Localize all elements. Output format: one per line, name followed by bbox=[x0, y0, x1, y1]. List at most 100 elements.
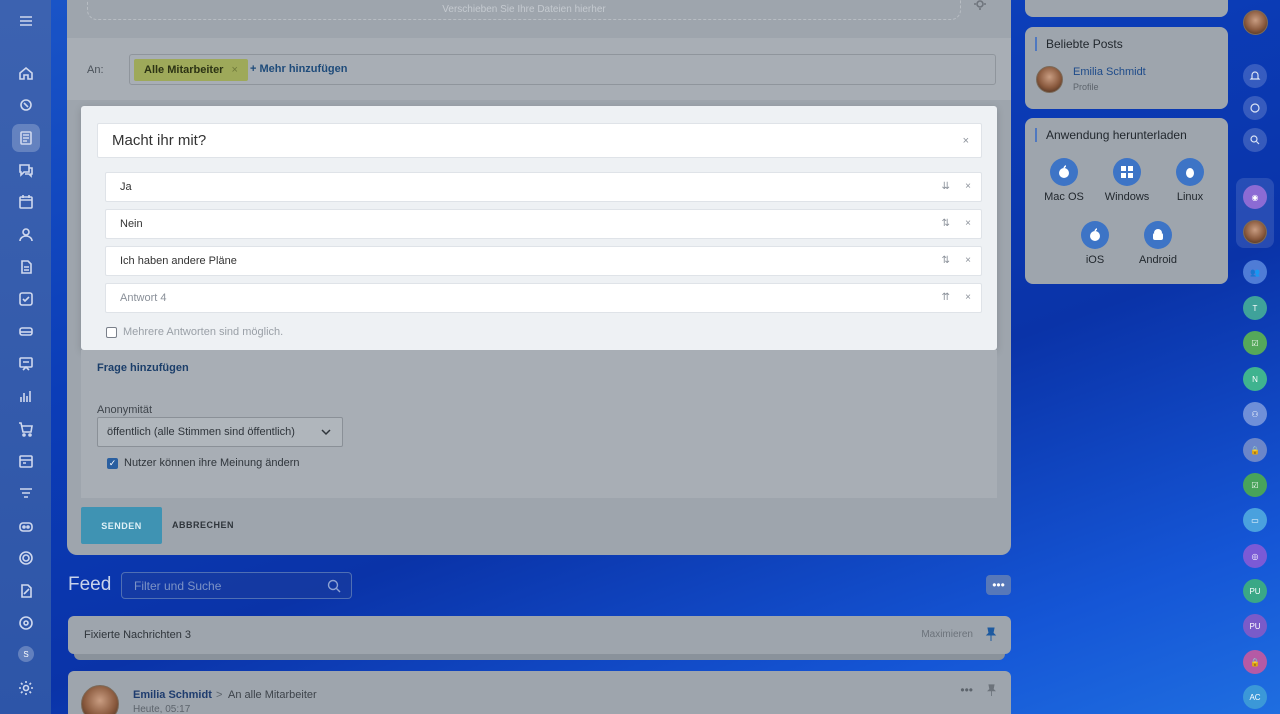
target-icon[interactable]: ◎ bbox=[1243, 544, 1267, 568]
gear-icon[interactable] bbox=[972, 0, 988, 12]
top-widget bbox=[1025, 0, 1228, 17]
post-author-link[interactable]: Emilia Schmidt bbox=[133, 689, 212, 701]
cancel-button[interactable]: ABBRECHEN bbox=[172, 520, 234, 530]
chat-icon[interactable]: ▭ bbox=[1243, 508, 1267, 532]
windows-icon bbox=[1113, 158, 1141, 186]
poll-answer-input[interactable]: Nein ⇅ × bbox=[105, 209, 982, 239]
change-vote-option[interactable]: ✓ Nutzer können ihre Meinung ändern bbox=[107, 457, 300, 469]
maximize-link[interactable]: Maximieren bbox=[921, 629, 973, 640]
anonymity-label: Anonymität bbox=[97, 404, 153, 416]
add-more-link[interactable]: + Mehr hinzufügen bbox=[250, 63, 347, 75]
cart-icon[interactable] bbox=[12, 415, 40, 443]
pinned-stack-shadow bbox=[74, 654, 1005, 660]
home-icon[interactable] bbox=[12, 59, 40, 87]
copilot-icon[interactable] bbox=[1243, 96, 1267, 120]
lock-icon[interactable]: 🔒 bbox=[1243, 438, 1267, 462]
sort-icon[interactable]: ⇅ bbox=[942, 218, 950, 229]
funnel-icon[interactable] bbox=[12, 480, 40, 508]
sort-icon[interactable]: ⇊ bbox=[942, 181, 950, 192]
bot-icon[interactable]: ◉ bbox=[1243, 185, 1267, 209]
chat-badge-n[interactable]: N bbox=[1243, 367, 1267, 391]
avatar[interactable] bbox=[1036, 66, 1063, 93]
send-button[interactable]: SENDEN bbox=[81, 507, 162, 544]
feed-icon[interactable] bbox=[12, 124, 40, 152]
sites-badge[interactable]: S bbox=[18, 646, 34, 662]
popular-author-link[interactable]: Emilia Schmidt bbox=[1073, 66, 1146, 78]
chip-remove-icon[interactable]: × bbox=[231, 64, 237, 76]
calendar-icon[interactable] bbox=[12, 188, 40, 216]
avatar[interactable] bbox=[1243, 220, 1267, 244]
app-ios[interactable]: iOS bbox=[1065, 221, 1125, 266]
copilot-icon[interactable] bbox=[12, 91, 40, 119]
pinned-messages-bar[interactable]: Fixierte Nachrichten 3 Maximieren bbox=[68, 616, 1011, 654]
chat-badge-ac[interactable]: AC bbox=[1243, 685, 1267, 709]
close-icon[interactable]: × bbox=[963, 135, 969, 147]
breadcrumb-separator: > bbox=[216, 689, 223, 701]
team-icon[interactable]: ⚇ bbox=[1243, 402, 1267, 426]
sort-icon[interactable]: ⇅ bbox=[942, 255, 950, 266]
booking-icon[interactable] bbox=[12, 447, 40, 475]
post-menu-button[interactable]: ••• bbox=[960, 683, 973, 697]
search-icon[interactable] bbox=[327, 579, 341, 593]
checkmark-icon[interactable]: ✓ bbox=[107, 457, 118, 469]
feed-more-button[interactable]: ••• bbox=[986, 575, 1011, 595]
post-target: An alle Mitarbeiter bbox=[228, 689, 317, 701]
app-android[interactable]: Android bbox=[1128, 221, 1188, 266]
app-linux[interactable]: Linux bbox=[1160, 158, 1220, 203]
anonymity-select[interactable]: öffentlich (alle Stimmen sind öffentlich… bbox=[97, 417, 343, 447]
post-time: Heute, 05:17 bbox=[133, 704, 191, 714]
poll-question-input[interactable]: Macht ihr mit? × bbox=[97, 123, 982, 158]
avatar[interactable] bbox=[81, 685, 119, 714]
bell-icon[interactable] bbox=[1243, 64, 1267, 88]
feed-search-input[interactable]: Filter und Suche bbox=[121, 572, 352, 599]
sign-icon[interactable] bbox=[12, 577, 40, 605]
analytics-icon[interactable] bbox=[12, 382, 40, 410]
linux-icon bbox=[1176, 158, 1204, 186]
file-drop-zone[interactable]: Verschieben Sie Ihre Dateien hierher bbox=[87, 0, 961, 20]
robot-icon[interactable] bbox=[12, 512, 40, 540]
feed-post: Emilia Schmidt > An alle Mitarbeiter Heu… bbox=[68, 671, 1011, 714]
chat-icon[interactable] bbox=[12, 156, 40, 184]
lock-icon[interactable]: 🔒 bbox=[1243, 650, 1267, 674]
delete-icon[interactable]: × bbox=[965, 292, 971, 303]
document-icon[interactable] bbox=[12, 253, 40, 281]
apple-icon bbox=[1081, 221, 1109, 249]
menu-icon[interactable] bbox=[12, 7, 40, 35]
drive-icon[interactable] bbox=[12, 317, 40, 345]
chat-badge-pu[interactable]: PU bbox=[1243, 614, 1267, 638]
poll-editor: Macht ihr mit? × Ja ⇊ × Nein ⇅ × Ich hab… bbox=[81, 106, 997, 350]
help-icon[interactable] bbox=[12, 609, 40, 637]
chat-badge-t[interactable]: T bbox=[1243, 296, 1267, 320]
delete-icon[interactable]: × bbox=[965, 255, 971, 266]
delete-icon[interactable]: × bbox=[965, 218, 971, 229]
delete-icon[interactable]: × bbox=[965, 181, 971, 192]
recipient-row: An: Alle Mitarbeiter × + Mehr hinzufügen bbox=[67, 38, 1011, 100]
tasks-icon[interactable]: ☑ bbox=[1243, 331, 1267, 355]
pin-icon[interactable] bbox=[985, 627, 997, 641]
widget-title: Beliebte Posts bbox=[1035, 37, 1123, 51]
pin-icon[interactable] bbox=[986, 684, 997, 696]
chat-badge-pu[interactable]: PU bbox=[1243, 579, 1267, 603]
poll-answer-input[interactable]: Ja ⇊ × bbox=[105, 172, 982, 202]
widget-title: Anwendung herunterladen bbox=[1035, 128, 1187, 142]
poll-answer-placeholder[interactable]: Antwort 4 ⇈ × bbox=[105, 283, 982, 313]
feed-title: Feed bbox=[68, 574, 112, 595]
multiple-answers-checkbox[interactable] bbox=[106, 326, 117, 338]
multiple-answers-option[interactable]: Mehrere Antworten sind möglich. bbox=[106, 326, 283, 338]
poll-answer-input[interactable]: Ich haben andere Pläne ⇅ × bbox=[105, 246, 982, 276]
group-chat-icon[interactable]: 👥 bbox=[1243, 260, 1267, 284]
user-avatar[interactable] bbox=[1243, 10, 1268, 35]
presentation-icon[interactable] bbox=[12, 350, 40, 378]
settings-icon[interactable] bbox=[12, 674, 40, 702]
tasks-icon[interactable]: ☑ bbox=[1243, 473, 1267, 497]
tasks-icon[interactable] bbox=[12, 285, 40, 313]
sort-icon[interactable]: ⇈ bbox=[942, 292, 950, 303]
app-macos[interactable]: Mac OS bbox=[1034, 158, 1094, 203]
recipient-field[interactable]: Alle Mitarbeiter × + Mehr hinzufügen bbox=[129, 54, 996, 85]
target-icon[interactable] bbox=[12, 544, 40, 572]
app-windows[interactable]: Windows bbox=[1097, 158, 1157, 203]
users-icon[interactable] bbox=[12, 221, 40, 249]
recipient-chip[interactable]: Alle Mitarbeiter × bbox=[134, 59, 248, 81]
add-question-link[interactable]: Frage hinzufügen bbox=[97, 362, 189, 374]
search-chat-icon[interactable] bbox=[1243, 128, 1267, 152]
